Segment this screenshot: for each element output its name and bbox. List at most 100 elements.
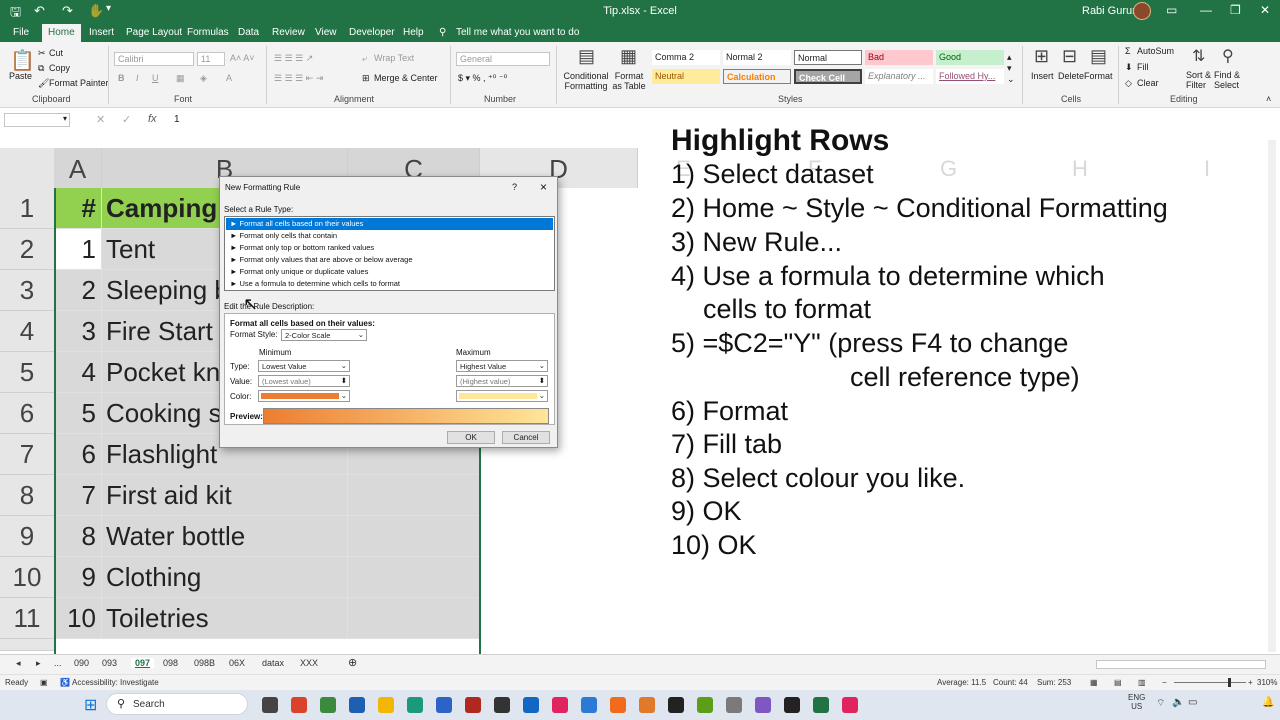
max-type-select[interactable]: Highest Value ⌄ xyxy=(456,360,548,372)
windows-start-icon[interactable]: ⊞ xyxy=(84,695,97,715)
style-neutral[interactable]: Neutral xyxy=(652,69,720,84)
style-normal2[interactable]: Normal 2 xyxy=(723,50,791,65)
bold-icon[interactable]: B xyxy=(118,73,125,83)
snip-icon[interactable] xyxy=(610,697,626,713)
max-color-picker[interactable]: ⌄ xyxy=(456,390,548,402)
next-sheet-icon[interactable]: ▸ xyxy=(36,658,41,669)
tab-view[interactable]: View xyxy=(315,27,337,38)
zoom-in-icon[interactable]: + xyxy=(1248,678,1253,687)
cell-a[interactable]: 3 xyxy=(54,311,102,352)
autosum-button[interactable]: AutoSum xyxy=(1137,46,1174,56)
cell-b[interactable]: First aid kit xyxy=(102,475,348,516)
zoom-level[interactable]: 310% xyxy=(1257,678,1277,687)
align-left-icon[interactable]: ☰ ☰ ☰ ⇤ ⇥ xyxy=(274,73,323,84)
sort-filter-button[interactable]: Sort & Filter xyxy=(1186,70,1216,90)
font-color-icon[interactable]: A xyxy=(226,73,232,83)
style-normal[interactable]: Normal xyxy=(794,50,862,65)
fill-icon[interactable]: ⬇ xyxy=(1125,62,1133,73)
horizontal-scrollbar[interactable] xyxy=(1096,660,1266,669)
sheet-tab[interactable]: 090 xyxy=(74,658,89,668)
cut-icon[interactable]: ✂ xyxy=(38,48,46,59)
wrap-text-button[interactable]: Wrap Text xyxy=(374,53,414,63)
terminal-icon[interactable] xyxy=(668,697,684,713)
avatar[interactable] xyxy=(1133,2,1151,20)
conditional-formatting-button[interactable]: Conditional Formatting xyxy=(563,71,609,91)
tab-insert[interactable]: Insert xyxy=(89,27,114,38)
style-explanatory[interactable]: Explanatory ... xyxy=(865,69,933,84)
cell-c[interactable] xyxy=(348,475,480,516)
formula-input[interactable]: 1 xyxy=(174,114,180,125)
row-header[interactable]: 6 xyxy=(0,393,54,434)
rule-type-option[interactable]: ► Format only cells that contain xyxy=(226,230,553,242)
format-style-select[interactable]: 2-Color Scale ⌄ xyxy=(281,329,367,341)
cell-c[interactable] xyxy=(348,598,480,639)
insert-cells-button[interactable]: Insert xyxy=(1031,71,1054,81)
name-box[interactable]: ▾ xyxy=(4,113,70,127)
delete-cells-icon[interactable]: ⊟ xyxy=(1062,46,1077,67)
copy-button[interactable]: Copy xyxy=(49,63,70,73)
zoom-slider-handle[interactable] xyxy=(1228,678,1231,687)
style-check-cell[interactable]: Check Cell xyxy=(794,69,862,84)
min-color-picker[interactable]: ⌄ xyxy=(258,390,350,402)
accessibility-icon[interactable]: ♿ xyxy=(60,678,70,687)
chrome-icon[interactable] xyxy=(320,697,336,713)
excel-icon[interactable] xyxy=(813,697,829,713)
format-as-table-button[interactable]: Format as Table xyxy=(611,71,647,91)
cell-a[interactable]: 8 xyxy=(54,516,102,557)
zoom-slider[interactable] xyxy=(1174,678,1246,687)
range-select-icon[interactable]: ⬍ xyxy=(539,376,545,385)
cell-a[interactable]: 2 xyxy=(54,270,102,311)
clear-button[interactable]: Clear xyxy=(1137,78,1159,88)
cell-a[interactable]: 4 xyxy=(54,352,102,393)
restore-icon[interactable]: ❐ xyxy=(1230,3,1241,17)
network-icon[interactable]: ⌔ xyxy=(1156,697,1165,710)
number-format-box[interactable]: General xyxy=(456,52,550,66)
tab-formulas[interactable]: Formulas xyxy=(187,27,229,38)
cell-a[interactable]: 5 xyxy=(54,393,102,434)
tab-home[interactable]: Home xyxy=(42,24,81,42)
tab-review[interactable]: Review xyxy=(272,27,305,38)
max-value-input[interactable]: (Highest value) ⬍ xyxy=(456,375,548,387)
cell-a[interactable]: 1 xyxy=(54,229,102,270)
style-comma2[interactable]: Comma 2 xyxy=(652,50,720,65)
minimize-icon[interactable]: — xyxy=(1200,3,1212,17)
find-select-icon[interactable]: ⚲ xyxy=(1222,46,1234,66)
cell-a[interactable]: 6 xyxy=(54,434,102,475)
range-select-icon[interactable]: ⬍ xyxy=(341,376,347,385)
underline-icon[interactable]: U xyxy=(152,73,159,83)
rule-type-option[interactable]: ► Format all cells based on their values xyxy=(226,218,553,230)
font-name-box[interactable]: Calibri xyxy=(114,52,194,66)
cell-c[interactable] xyxy=(348,557,480,598)
font-size-box[interactable]: 11 xyxy=(197,52,225,66)
edge-icon[interactable] xyxy=(291,697,307,713)
row-header[interactable]: 10 xyxy=(0,557,54,598)
column-header-a[interactable]: A xyxy=(54,148,102,188)
ribbon-display-icon[interactable]: ▭ xyxy=(1166,3,1177,17)
clear-icon[interactable]: ◇ xyxy=(1125,78,1132,89)
new-sheet-icon[interactable]: ⊕ xyxy=(348,656,357,669)
sheet-tab[interactable]: 093 xyxy=(102,658,117,668)
row-header[interactable]: 7 xyxy=(0,434,54,475)
calendar-icon[interactable] xyxy=(349,697,365,713)
paint-icon[interactable] xyxy=(842,697,858,713)
collapse-ribbon-icon[interactable]: ˄ xyxy=(1266,94,1271,104)
cell-a[interactable]: 9 xyxy=(54,557,102,598)
rule-type-option[interactable]: ► Format only values that are above or b… xyxy=(226,254,553,266)
vertical-scrollbar[interactable] xyxy=(1268,140,1276,652)
cancel-button[interactable]: Cancel xyxy=(502,431,550,444)
cell-a[interactable]: 7 xyxy=(54,475,102,516)
row-header[interactable]: 4 xyxy=(0,311,54,352)
page-break-view-icon[interactable]: ▥ xyxy=(1138,678,1146,687)
insert-function-button[interactable]: fx xyxy=(148,113,157,125)
notification-icon[interactable]: 🔔 xyxy=(1262,697,1274,708)
style-followed-hyperlink[interactable]: Followed Hy... xyxy=(936,69,1004,84)
sheet-tab[interactable]: 097 xyxy=(131,658,155,668)
format-cells-button[interactable]: Format xyxy=(1084,71,1113,81)
find-select-button[interactable]: Find & Select xyxy=(1214,70,1246,90)
conditional-formatting-icon[interactable]: ▤ xyxy=(578,46,595,67)
media-player-icon[interactable] xyxy=(552,697,568,713)
italic-icon[interactable]: I xyxy=(136,73,139,83)
format-painter-icon[interactable]: 🖌 xyxy=(38,78,49,89)
row-header[interactable] xyxy=(0,639,54,651)
style-bad[interactable]: Bad xyxy=(865,50,933,65)
